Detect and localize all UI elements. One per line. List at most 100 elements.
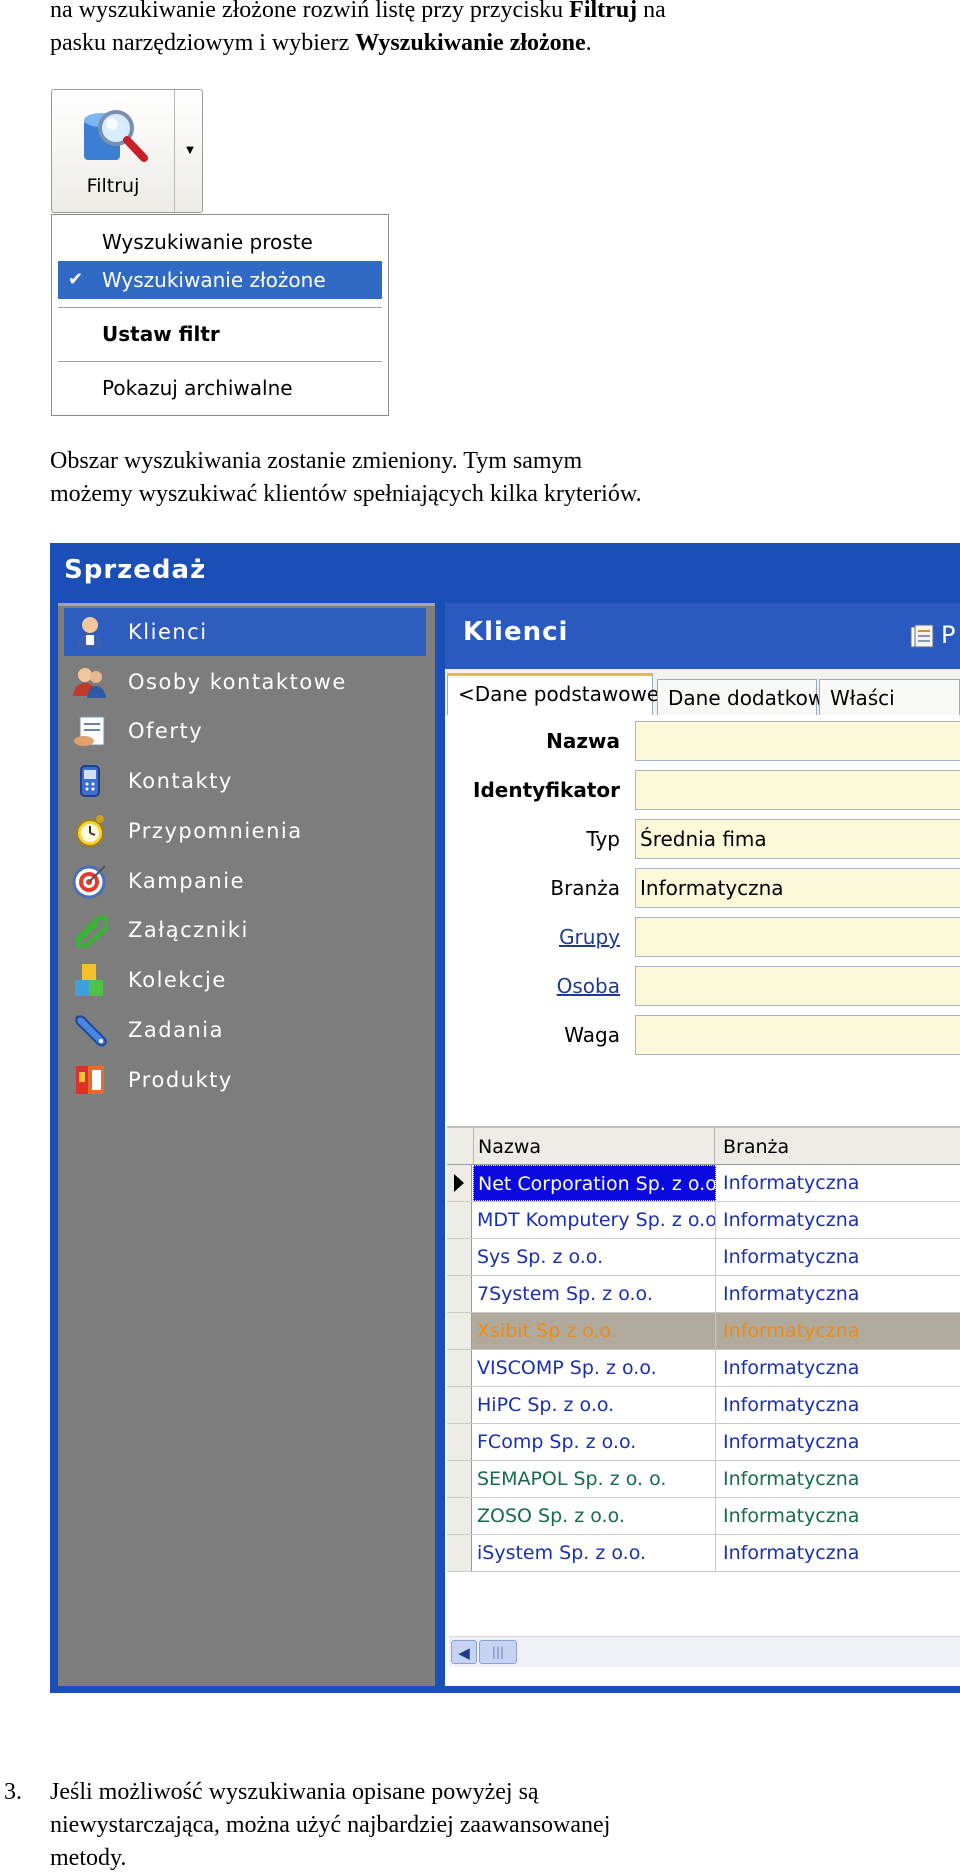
intro-bold-option: Wyszukiwanie złożone — [355, 30, 586, 56]
typ-field[interactable]: Średnia fima — [635, 819, 960, 859]
column-header-branza[interactable]: Branża — [717, 1128, 960, 1164]
table-row[interactable]: Xsibit Sp z o.o. Informatyczna — [447, 1313, 960, 1350]
cell-branza[interactable]: Informatyczna — [719, 1461, 960, 1497]
row-indicator[interactable] — [447, 1387, 472, 1423]
cell-branza[interactable]: Informatyczna — [719, 1498, 960, 1534]
row-indicator[interactable] — [447, 1461, 472, 1497]
scroll-left-icon[interactable]: ◀ — [451, 1640, 477, 1664]
cell-nazwa[interactable]: MDT Komputery Sp. z o.o. — [473, 1202, 716, 1238]
row-indicator[interactable] — [447, 1202, 472, 1238]
column-header-nazwa[interactable]: Nazwa — [473, 1128, 715, 1164]
cell-branza[interactable]: Informatyczna — [719, 1350, 960, 1386]
osoba-link[interactable]: Osoba — [557, 974, 620, 998]
row-indicator[interactable] — [447, 1424, 472, 1460]
row-indicator[interactable] — [447, 1313, 472, 1349]
menu-item-show-archived[interactable]: Pokazuj archiwalne — [58, 369, 382, 407]
cell-branza[interactable]: Informatyczna — [719, 1202, 960, 1238]
panel-title: Klienci — [463, 617, 569, 647]
sidebar-item-zalaczniki[interactable]: Załączniki — [64, 906, 426, 954]
sidebar-item-przypomnienia[interactable]: Przypomnienia — [64, 807, 426, 855]
cell-branza[interactable]: Informatyczna — [719, 1239, 960, 1275]
table-row[interactable]: HiPC Sp. z o.o. Informatyczna — [447, 1387, 960, 1424]
cell-branza[interactable]: Informatyczna — [719, 1165, 960, 1201]
table-row[interactable]: ZOSO Sp. z o.o. Informatyczna — [447, 1498, 960, 1535]
table-row[interactable]: Net Corporation Sp. z o.o. Informatyczna — [447, 1165, 960, 1202]
sidebar-item-kampanie[interactable]: Kampanie — [64, 857, 426, 905]
cell-nazwa[interactable]: Sys Sp. z o.o. — [473, 1239, 716, 1275]
panel-header-action-label[interactable]: P — [941, 621, 955, 649]
cell-nazwa[interactable]: iSystem Sp. z o.o. — [473, 1535, 716, 1571]
row-indicator[interactable] — [447, 1350, 472, 1386]
user-icon — [72, 614, 108, 650]
paragraph-line: Jeśli możliwość wyszukiwania opisane pow… — [50, 1779, 539, 1805]
sidebar-item-produkty[interactable]: Produkty — [64, 1056, 426, 1104]
intro-text: na — [637, 0, 666, 23]
filter-button[interactable]: Filtruj ▼ — [51, 89, 203, 213]
branza-field[interactable]: Informatyczna — [635, 868, 960, 908]
cell-nazwa[interactable]: SEMAPOL Sp. z o. o. — [473, 1461, 716, 1497]
sidebar-item-klienci[interactable]: Klienci — [64, 608, 426, 656]
cell-branza[interactable]: Informatyczna — [719, 1424, 960, 1460]
field-label: Typ — [586, 827, 620, 851]
sidebar-item-kontakty[interactable]: Kontakty — [64, 757, 426, 805]
cell-nazwa[interactable]: VISCOMP Sp. z o.o. — [473, 1350, 716, 1386]
menu-item-set-filter[interactable]: Ustaw filtr — [58, 315, 382, 353]
row-indicator[interactable] — [447, 1165, 472, 1201]
offers-icon — [72, 713, 108, 749]
table-row[interactable]: Sys Sp. z o.o. Informatyczna — [447, 1239, 960, 1276]
table-row[interactable]: iSystem Sp. z o.o. Informatyczna — [447, 1535, 960, 1572]
tab-dane-dodatkowe[interactable]: Dane dodatkowe — [657, 679, 837, 715]
cell-nazwa[interactable]: Net Corporation Sp. z o.o. — [473, 1165, 716, 1201]
sidebar-item-zadania[interactable]: Zadania — [64, 1006, 426, 1054]
menu-item-label: Wyszukiwanie proste — [102, 230, 313, 254]
menu-item-advanced-search[interactable]: ✔ Wyszukiwanie złożone — [58, 261, 382, 299]
sidebar-item-osoby-kontaktowe[interactable]: Osoby kontaktowe — [64, 658, 426, 706]
table-row[interactable]: VISCOMP Sp. z o.o. Informatyczna — [447, 1350, 960, 1387]
row-indicator[interactable] — [447, 1276, 472, 1312]
cell-nazwa[interactable]: ZOSO Sp. z o.o. — [473, 1498, 716, 1534]
dropdown-arrow-icon[interactable]: ▼ — [179, 90, 201, 212]
search-form: Nazwa Identyfikator Typ Średnia fima Bra… — [445, 715, 960, 1115]
scroll-thumb[interactable]: ||| — [479, 1640, 517, 1664]
tab-dane-podstawowe[interactable]: <Dane podstawowe> — [447, 673, 676, 716]
tab-wlasciwosci[interactable]: Właści — [819, 679, 960, 715]
grupy-field[interactable] — [635, 917, 960, 957]
sidebar-item-kolekcje[interactable]: Kolekcje — [64, 956, 426, 1004]
cell-nazwa[interactable]: Xsibit Sp z o.o. — [473, 1313, 716, 1349]
cell-nazwa[interactable]: HiPC Sp. z o.o. — [473, 1387, 716, 1423]
paragraph-line: możemy wyszukiwać klientów spełniających… — [50, 481, 642, 507]
book-icon — [72, 1062, 108, 1098]
sidebar-item-label: Osoby kontaktowe — [128, 670, 347, 694]
table-row[interactable]: MDT Komputery Sp. z o.o. Informatyczna — [447, 1202, 960, 1239]
table-row[interactable]: 7System Sp. z o.o. Informatyczna — [447, 1276, 960, 1313]
table-row[interactable]: SEMAPOL Sp. z o. o. Informatyczna — [447, 1461, 960, 1498]
form-row-waga: Waga — [445, 1015, 960, 1059]
filter-button-label: Filtruj — [86, 175, 140, 197]
waga-field[interactable] — [635, 1015, 960, 1055]
print-icon[interactable] — [907, 623, 937, 651]
sidebar: Klienci Osoby kontaktowe Oferty Kontakty… — [58, 603, 435, 1686]
clients-panel: Klienci P <Dane podstawowe> Dane dodatko… — [445, 603, 960, 1686]
horizontal-scrollbar[interactable]: ◀ ||| — [449, 1636, 960, 1667]
cell-branza[interactable]: Informatyczna — [719, 1313, 960, 1349]
row-indicator[interactable] — [447, 1535, 472, 1571]
identyfikator-field[interactable] — [635, 770, 960, 810]
phone-icon — [72, 763, 108, 799]
cell-branza[interactable]: Informatyczna — [719, 1276, 960, 1312]
sidebar-item-oferty[interactable]: Oferty — [64, 707, 426, 755]
cell-branza[interactable]: Informatyczna — [719, 1535, 960, 1571]
cell-branza[interactable]: Informatyczna — [719, 1387, 960, 1423]
cell-nazwa[interactable]: FComp Sp. z o.o. — [473, 1424, 716, 1460]
paragraph-line: niewystarczająca, można użyć najbardziej… — [50, 1812, 611, 1838]
target-icon — [72, 863, 108, 899]
table-row[interactable]: FComp Sp. z o.o. Informatyczna — [447, 1424, 960, 1461]
nazwa-field[interactable] — [635, 721, 960, 761]
grupy-link[interactable]: Grupy — [559, 925, 620, 949]
row-indicator[interactable] — [447, 1498, 472, 1534]
row-indicator[interactable] — [447, 1239, 472, 1275]
cell-nazwa[interactable]: 7System Sp. z o.o. — [473, 1276, 716, 1312]
sales-window: Sprzedaż Klienci Osoby kontaktowe Oferty… — [50, 543, 960, 1693]
osoba-field[interactable] — [635, 966, 960, 1006]
intro-text: na wyszukiwanie złożone rozwiń listę prz… — [50, 0, 570, 23]
menu-item-simple-search[interactable]: Wyszukiwanie proste — [58, 223, 382, 261]
